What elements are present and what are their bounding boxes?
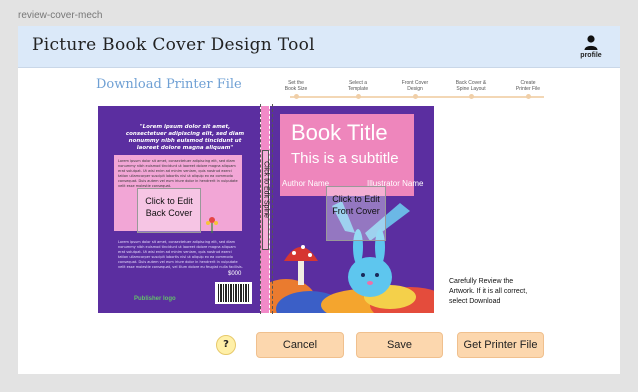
flower-illustration [206,217,218,233]
cancel-button[interactable]: Cancel [256,332,344,358]
app-title: Picture Book Cover Design Tool [32,35,315,55]
step-label: Front Cover Design [401,80,429,92]
step-label: Select a Template [347,80,369,92]
step-template[interactable]: Select a Template [328,80,388,99]
profile-label: profile [580,52,602,59]
step-printer-file[interactable]: Create Printer File [498,80,558,99]
step-book-size[interactable]: Set the Book Size [266,80,326,99]
front-cover-author: Author Name [282,179,330,188]
publisher-logo: Publisher logo [134,296,176,302]
spine[interactable]: Click to Edit Spine [260,106,270,313]
step-label: Set the Book Size [284,80,308,92]
step-dot [468,94,474,99]
price-label: $000 [228,271,242,277]
step-dot [293,94,299,99]
app-header: Picture Book Cover Design Tool profile [18,26,620,68]
review-instructions: Carefully Review the Artwork. If it is a… [449,278,528,305]
edit-front-cover-button[interactable]: Click to Edit Front Cover [326,186,386,241]
page-subtitle: Download Printer File [96,77,242,92]
bleed-guide-left [260,104,261,314]
get-printer-file-button[interactable]: Get Printer File [457,332,544,358]
frame-label: review-cover-mech [18,10,103,21]
step-front-cover[interactable]: Front Cover Design [385,80,445,99]
user-icon [584,35,598,50]
step-label: Back Cover & Spine Layout [455,80,487,92]
step-dot [355,94,361,99]
step-dot [525,94,531,99]
book-cover-preview: "Lorem ipsum dolor sit amet, consectetue… [98,106,434,313]
profile-button[interactable]: profile [576,34,606,59]
front-cover-title: Book Title [291,120,388,145]
step-label: Create Printer File [515,80,541,92]
step-back-cover[interactable]: Back Cover & Spine Layout [441,80,501,99]
bleed-guide-right [272,104,273,314]
back-cover-quote: "Lorem ipsum dolor sit amet, consectetue… [125,124,245,151]
edit-spine-label[interactable]: Click to Edit Spine [263,153,270,227]
barcode [215,282,252,304]
front-cover-subtitle: This is a subtitle [291,150,399,167]
back-cover-body-text: Lorem ipsum dolor sit amet, consectetuer… [118,240,243,269]
step-dot [412,94,418,99]
save-button[interactable]: Save [356,332,443,358]
help-button[interactable]: ? [216,335,236,355]
edit-back-cover-button[interactable]: Click to Edit Back Cover [137,188,201,233]
back-cover-blurb: Lorem ipsum dolor sit amet, consectetuer… [118,159,238,188]
app-window: Picture Book Cover Design Tool profile D… [18,26,620,374]
